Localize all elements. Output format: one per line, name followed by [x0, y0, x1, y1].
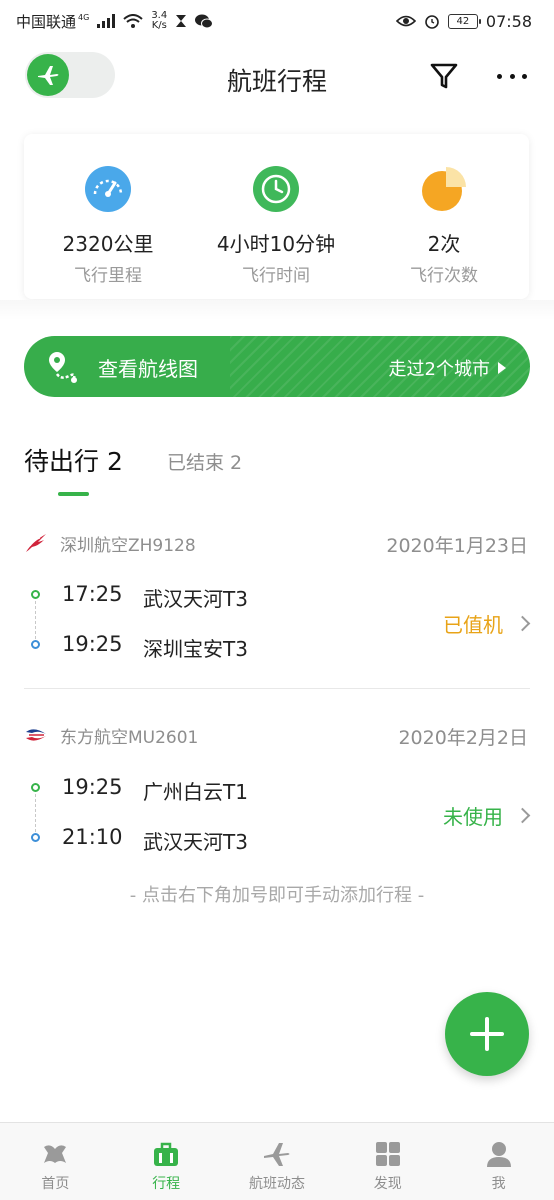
add-trip-hint: - 点击右下角加号即可手动添加行程 -	[129, 885, 425, 906]
nav-label: 我	[491, 1176, 506, 1192]
map-pin-route-icon	[49, 352, 77, 383]
stat-label: 飞行时间	[242, 266, 310, 286]
stat-label: 飞行次数	[410, 266, 478, 286]
flight-status: 未使用	[443, 801, 531, 830]
stat-duration: 4小时10分钟 飞行时间	[192, 166, 360, 286]
stat-value: 4小时10分钟	[216, 232, 336, 256]
network-type: 4G	[78, 12, 90, 22]
stat-count: 2次 飞行次数	[360, 166, 528, 286]
filter-icon[interactable]	[428, 60, 460, 92]
luggage-icon	[154, 1142, 179, 1166]
status-right: 42 07:58	[395, 11, 532, 31]
more-icon[interactable]	[494, 60, 530, 92]
cities-visited: 走过2个城市	[389, 355, 506, 381]
stats-card: 2320公里 飞行里程 4小时10分钟 飞行时间 2次 飞行次数	[24, 134, 529, 299]
wechat-icon	[195, 14, 214, 28]
arrival-airport: 深圳宝安T3	[143, 637, 248, 661]
carrier-name: 中国联通	[16, 12, 77, 31]
arrival-time: 21:10	[62, 825, 123, 849]
nav-item-discover[interactable]: 发现	[332, 1123, 443, 1200]
departure-time: 19:25	[62, 775, 123, 799]
flight-date: 2020年1月23日	[386, 535, 528, 557]
stat-value: 2320公里	[62, 232, 154, 256]
battery-icon: 42	[447, 13, 481, 29]
tab-upcoming[interactable]: 待出行 2	[24, 442, 123, 478]
nav-label: 发现	[373, 1176, 402, 1192]
stat-value: 2次	[427, 232, 461, 256]
flight-divider	[24, 688, 530, 689]
add-trip-button[interactable]	[445, 992, 529, 1076]
clock-time: 07:58	[485, 11, 532, 31]
flight-card[interactable]: 深圳航空ZH9128 2020年1月23日 17:25 武汉天河T3 19:25…	[0, 531, 554, 693]
eye-icon	[395, 15, 416, 27]
status-text: 已值机	[443, 613, 503, 637]
wifi-icon	[123, 13, 143, 28]
clock-icon	[253, 166, 299, 212]
route-map-banner[interactable]: 查看航线图 走过2个城市	[24, 336, 530, 397]
airline-flight-number: 东方航空MU2601	[60, 728, 199, 748]
stat-distance: 2320公里 飞行里程	[24, 166, 192, 286]
arrival-airport: 武汉天河T3	[143, 830, 248, 854]
flight-card[interactable]: 东方航空MU2601 2020年2月2日 19:25 广州白云T1 21:10 …	[0, 723, 554, 885]
arrow-right-icon	[498, 362, 506, 374]
section-separator	[0, 300, 554, 320]
bottom-nav: 首页 行程 航班动态 发现 我	[0, 1122, 554, 1200]
flight-date: 2020年2月2日	[398, 727, 528, 749]
route-line	[35, 794, 36, 832]
china-eastern-logo-icon	[26, 729, 46, 741]
nav-item-flight-status[interactable]: 航班动态	[222, 1123, 333, 1200]
arrival-time: 19:25	[62, 632, 123, 656]
departure-dot	[31, 590, 40, 599]
arrival-dot	[31, 833, 40, 842]
stat-label: 飞行里程	[74, 266, 142, 286]
nav-item-home[interactable]: 首页	[0, 1123, 111, 1200]
user-icon	[486, 1142, 511, 1167]
tab-finished[interactable]: 已结束 2	[167, 448, 242, 475]
cities-visited-text: 走过2个城市	[388, 359, 490, 380]
chevron-right-icon	[514, 807, 531, 824]
status-text: 未使用	[443, 805, 503, 829]
network-speed: 3.4 K/s	[151, 10, 168, 31]
flight-status: 已值机	[443, 609, 531, 638]
nav-label: 航班动态	[248, 1176, 305, 1192]
departure-airport: 广州白云T1	[143, 780, 248, 804]
page-title: 航班行程	[226, 67, 327, 96]
home-icon	[44, 1145, 67, 1163]
plane-icon	[263, 1143, 290, 1166]
nav-item-trips[interactable]: 行程	[111, 1123, 222, 1200]
departure-airport: 武汉天河T3	[143, 587, 248, 611]
signal-icon	[97, 14, 116, 28]
status-left: 中国联通 4G 3.4 K/s	[16, 10, 214, 32]
arrival-dot	[31, 640, 40, 649]
departure-time: 17:25	[62, 582, 123, 606]
chevron-right-icon	[514, 615, 531, 632]
airline-flight-number: 深圳航空ZH9128	[60, 536, 196, 556]
speedometer-icon	[85, 166, 131, 212]
status-bar: 中国联通 4G 3.4 K/s 42 07:58	[0, 0, 554, 42]
grid-icon	[375, 1142, 400, 1166]
nav-label: 首页	[41, 1176, 70, 1192]
app-header: 航班行程	[0, 46, 554, 108]
nav-label: 行程	[152, 1176, 181, 1192]
shenzhen-airlines-logo-icon	[26, 534, 46, 552]
nav-item-me[interactable]: 我	[443, 1123, 554, 1200]
hourglass-icon	[176, 15, 187, 27]
route-line	[35, 601, 36, 639]
route-map-label: 查看航线图	[98, 357, 198, 381]
departure-dot	[31, 783, 40, 792]
tab-indicator	[58, 492, 89, 496]
alarm-icon	[425, 15, 439, 29]
pie-chart-icon	[422, 167, 466, 211]
